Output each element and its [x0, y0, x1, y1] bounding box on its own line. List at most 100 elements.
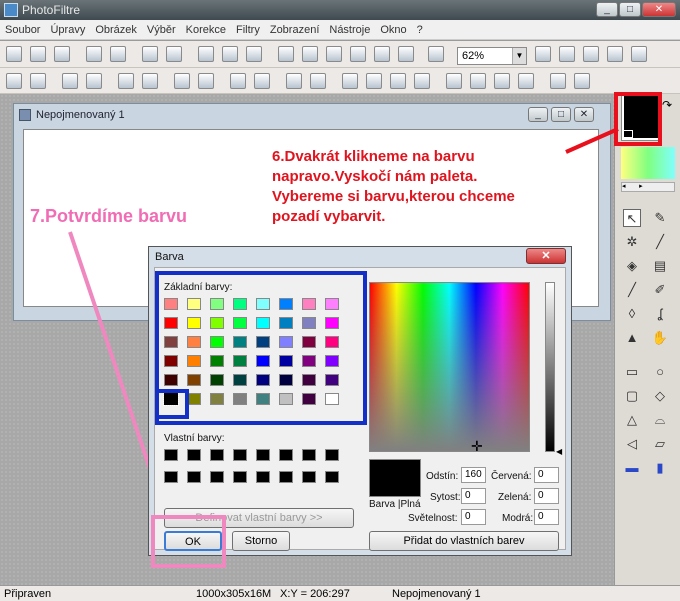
close-button[interactable]: ✕: [642, 2, 676, 17]
gradient-preview[interactable]: [621, 147, 675, 179]
eyedropper-icon[interactable]: ✎: [651, 209, 669, 227]
doc-close-button[interactable]: ✕: [574, 107, 594, 122]
custom-color-swatch[interactable]: [256, 449, 270, 461]
menu-korekce[interactable]: Korekce: [181, 20, 231, 40]
stamp-icon[interactable]: ▲: [623, 329, 641, 347]
luminance-slider[interactable]: [545, 282, 555, 452]
flip-icon[interactable]: [342, 73, 358, 89]
saturation-minus-icon[interactable]: [174, 73, 190, 89]
gamma-minus-icon[interactable]: [230, 73, 246, 89]
custom-color-swatch[interactable]: [233, 449, 247, 461]
lasso-icon[interactable]: ⌓: [651, 411, 669, 429]
window-icon[interactable]: [428, 46, 444, 62]
grayscale-icon[interactable]: [286, 73, 302, 89]
save-icon[interactable]: [54, 46, 70, 62]
zoom-out-icon[interactable]: [559, 46, 575, 62]
fit-window-icon[interactable]: [583, 46, 599, 62]
menu-nastroje[interactable]: Nástroje: [324, 20, 375, 40]
undo-icon[interactable]: [142, 46, 158, 62]
canvas-icon[interactable]: [302, 46, 318, 62]
magic-wand-icon[interactable]: ✲: [623, 233, 641, 251]
auto-contrast-icon[interactable]: [30, 73, 46, 89]
rotate-icon[interactable]: [518, 73, 534, 89]
polygon-icon[interactable]: ◁: [623, 435, 641, 453]
new-icon[interactable]: [6, 46, 22, 62]
ellipse-icon[interactable]: ○: [651, 363, 669, 381]
menu-vyber[interactable]: Výběr: [142, 20, 181, 40]
luminance-field[interactable]: 0: [461, 509, 486, 525]
custom-color-swatch[interactable]: [233, 471, 247, 483]
hue-field[interactable]: 160: [461, 467, 486, 483]
scan-icon[interactable]: [110, 46, 126, 62]
menu-zobrazeni[interactable]: Zobrazení: [265, 20, 325, 40]
rectangle-icon[interactable]: ▭: [623, 363, 641, 381]
gradient-filter-icon[interactable]: [494, 73, 510, 89]
brush-icon[interactable]: ╱: [623, 281, 641, 299]
resize-icon[interactable]: [278, 46, 294, 62]
gamma-plus-icon[interactable]: [254, 73, 270, 89]
sharpen-icon[interactable]: [390, 73, 406, 89]
custom-color-swatch[interactable]: [164, 449, 178, 461]
open-shape-icon[interactable]: ▱: [651, 435, 669, 453]
mosaic-icon[interactable]: [222, 46, 238, 62]
custom-color-swatch[interactable]: [164, 471, 178, 483]
line-icon[interactable]: ╱: [651, 233, 669, 251]
red-field[interactable]: 0: [534, 467, 559, 483]
effects-icon[interactable]: [398, 46, 414, 62]
select-arrow-icon[interactable]: ↖: [623, 209, 641, 227]
blur-tool-icon[interactable]: ◊: [623, 305, 641, 323]
actual-size-icon[interactable]: [607, 46, 623, 62]
image-size-icon[interactable]: [246, 46, 262, 62]
custom-color-swatch[interactable]: [279, 471, 293, 483]
saturation-field[interactable]: 0: [461, 488, 486, 504]
custom-color-swatch[interactable]: [210, 471, 224, 483]
crop-icon[interactable]: [198, 46, 214, 62]
contrast-plus-icon[interactable]: [142, 73, 158, 89]
sepia-icon[interactable]: [310, 73, 326, 89]
minimize-button[interactable]: _: [596, 2, 618, 17]
rounded-rect-icon[interactable]: ▢: [623, 387, 641, 405]
text-icon[interactable]: [350, 46, 366, 62]
custom-color-swatch[interactable]: [187, 471, 201, 483]
blue-field[interactable]: 0: [534, 509, 559, 525]
custom-color-swatch[interactable]: [302, 471, 316, 483]
custom-color-swatch[interactable]: [187, 449, 201, 461]
print-icon[interactable]: [86, 46, 102, 62]
spray-icon[interactable]: ▤: [651, 257, 669, 275]
noise-icon[interactable]: [414, 73, 430, 89]
hand-icon[interactable]: ✋: [651, 329, 669, 347]
swap-colors-icon[interactable]: ↷: [662, 98, 672, 112]
diamond-icon[interactable]: ◇: [651, 387, 669, 405]
zoom-select[interactable]: 62% ▼: [457, 47, 527, 65]
frame-icon[interactable]: [326, 46, 342, 62]
gradient-scrollbar[interactable]: ◂ ▸: [621, 182, 675, 192]
dialog-close-button[interactable]: ✕: [526, 248, 566, 264]
saturation-plus-icon[interactable]: [198, 73, 214, 89]
chevron-down-icon[interactable]: ▼: [512, 48, 526, 64]
contrast-minus-icon[interactable]: [118, 73, 134, 89]
brightness-plus-icon[interactable]: [86, 73, 102, 89]
brightness-minus-icon[interactable]: [62, 73, 78, 89]
custom-color-swatch[interactable]: [325, 449, 339, 461]
auto-levels-icon[interactable]: [6, 73, 22, 89]
menu-obrazek[interactable]: Obrázek: [90, 20, 142, 40]
custom-color-swatch[interactable]: [210, 449, 224, 461]
custom-color-swatch[interactable]: [302, 449, 316, 461]
texture-icon[interactable]: [470, 73, 486, 89]
custom-color-swatch[interactable]: [256, 471, 270, 483]
horizontal-line-icon[interactable]: ▬: [623, 459, 641, 477]
green-field[interactable]: 0: [534, 488, 559, 504]
custom-color-swatch[interactable]: [279, 449, 293, 461]
zoom-in-icon[interactable]: [535, 46, 551, 62]
smudge-icon[interactable]: ʆ: [651, 305, 669, 323]
advanced-brush-icon[interactable]: ✐: [651, 281, 669, 299]
triangle-icon[interactable]: △: [623, 411, 641, 429]
fullscreen-icon[interactable]: [631, 46, 647, 62]
cancel-button[interactable]: Storno: [232, 531, 290, 551]
doc-minimize-button[interactable]: _: [528, 107, 548, 122]
maximize-button[interactable]: □: [619, 2, 641, 17]
gradient-icon[interactable]: [374, 46, 390, 62]
redo-icon[interactable]: [166, 46, 182, 62]
menu-upravy[interactable]: Úpravy: [45, 20, 90, 40]
emboss-icon[interactable]: [446, 73, 462, 89]
